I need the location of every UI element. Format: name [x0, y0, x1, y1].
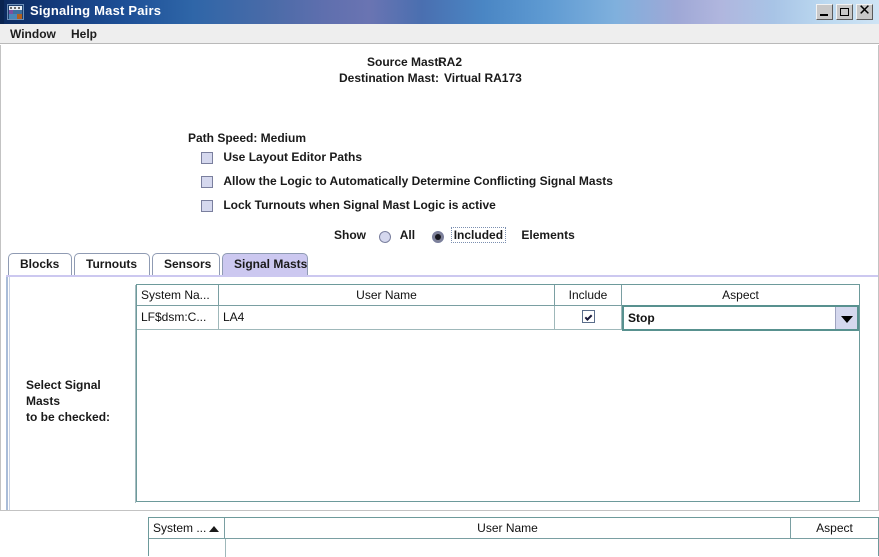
select-signal-masts-caption: Select Signal Masts to be checked:: [26, 377, 136, 425]
tab-strip: Blocks Turnouts Sensors Signal Masts: [6, 253, 878, 276]
option-label-use-layout-editor-paths: Use Layout Editor Paths: [223, 150, 363, 164]
option-row-auto-determine-conflicting[interactable]: Allow the Logic to Automatically Determi…: [201, 174, 613, 190]
radio-label-included: Included: [450, 227, 507, 243]
menu-item-help[interactable]: Help: [66, 26, 102, 42]
table-row-include-cell[interactable]: [555, 306, 622, 330]
radio-label-all: All: [399, 228, 416, 242]
tab-blocks[interactable]: Blocks: [8, 253, 72, 275]
option-row-use-layout-editor-paths[interactable]: Use Layout Editor Paths: [201, 150, 362, 166]
aspect-dropdown-button[interactable]: [835, 307, 857, 329]
window-title: Signaling Mast Pairs: [30, 3, 162, 18]
tab-sensors[interactable]: Sensors: [152, 253, 220, 275]
sort-ascending-icon: [209, 526, 219, 532]
maximize-button[interactable]: [836, 4, 853, 20]
select-caption-line-2: to be checked:: [26, 410, 111, 424]
column-header-aspect[interactable]: Aspect: [622, 285, 859, 306]
column-header-system-name[interactable]: System Na...: [137, 285, 219, 306]
source-mast-value: RA2: [438, 55, 463, 69]
elements-label: Elements: [521, 228, 575, 242]
bottom-column-header-aspect[interactable]: Aspect: [791, 518, 878, 539]
option-row-lock-turnouts[interactable]: Lock Turnouts when Signal Mast Logic is …: [201, 198, 496, 214]
checkbox-include-row-0[interactable]: [581, 310, 595, 323]
show-elements-row: Show All Included Elements: [334, 227, 575, 245]
close-button[interactable]: ✕: [856, 2, 873, 20]
minimize-button[interactable]: [816, 4, 833, 20]
tab-turnouts[interactable]: Turnouts: [74, 253, 150, 275]
radio-show-all[interactable]: [379, 231, 392, 243]
signal-masts-table: System Na... User Name Include Aspect LF…: [136, 284, 860, 502]
destination-mast-value: Virtual RA173: [444, 71, 522, 85]
title-bar: Signaling Mast Pairs ✕: [0, 0, 879, 24]
column-header-include[interactable]: Include: [555, 285, 622, 306]
application-icon: [7, 4, 24, 20]
radio-show-included[interactable]: [432, 231, 445, 243]
bottom-column-header-system-label: System ...: [153, 521, 207, 535]
application-window: Signaling Mast Pairs ✕ Window Help Sourc…: [0, 0, 879, 557]
column-header-user-name[interactable]: User Name: [219, 285, 555, 306]
checked-signal-masts-table: System ... User Name Aspect: [148, 517, 879, 557]
chevron-down-icon: [841, 316, 853, 323]
tab-panel-inner-edge: [9, 277, 10, 511]
checkbox-use-layout-editor-paths[interactable]: [201, 152, 213, 164]
option-label-auto-determine-conflicting: Allow the Logic to Automatically Determi…: [223, 174, 613, 188]
minimize-icon: [820, 14, 828, 16]
aspect-combo-value: Stop: [628, 311, 655, 325]
bottom-column-header-user-name[interactable]: User Name: [225, 518, 791, 539]
path-speed-label: Path Speed: Medium: [188, 131, 307, 145]
checkbox-auto-determine-conflicting[interactable]: [201, 176, 213, 188]
close-icon: ✕: [858, 2, 871, 19]
title-bar-left-cap: [0, 0, 4, 24]
maximize-icon: [840, 8, 849, 16]
option-label-lock-turnouts: Lock Turnouts when Signal Mast Logic is …: [223, 198, 496, 212]
bottom-table-body-divider: [225, 539, 226, 557]
destination-mast-label: Destination Mast:: [339, 71, 440, 85]
checkbox-lock-turnouts[interactable]: [201, 200, 213, 212]
menu-item-window[interactable]: Window: [5, 26, 61, 42]
bottom-column-header-system[interactable]: System ...: [149, 518, 225, 539]
main-content: Source Mast: RA2 Destination Mast: Virtu…: [0, 45, 879, 557]
source-mast-label: Source Mast:: [367, 55, 443, 69]
select-caption-line-1: Select Signal Masts: [26, 378, 101, 408]
table-row-system-name[interactable]: LF$dsm:C...: [137, 306, 219, 330]
tab-signal-masts[interactable]: Signal Masts: [222, 253, 308, 275]
table-row-user-name[interactable]: LA4: [219, 306, 555, 330]
menu-bar: Window Help: [0, 24, 879, 44]
aspect-combo-box[interactable]: Stop: [622, 305, 859, 331]
show-label: Show: [334, 228, 366, 242]
